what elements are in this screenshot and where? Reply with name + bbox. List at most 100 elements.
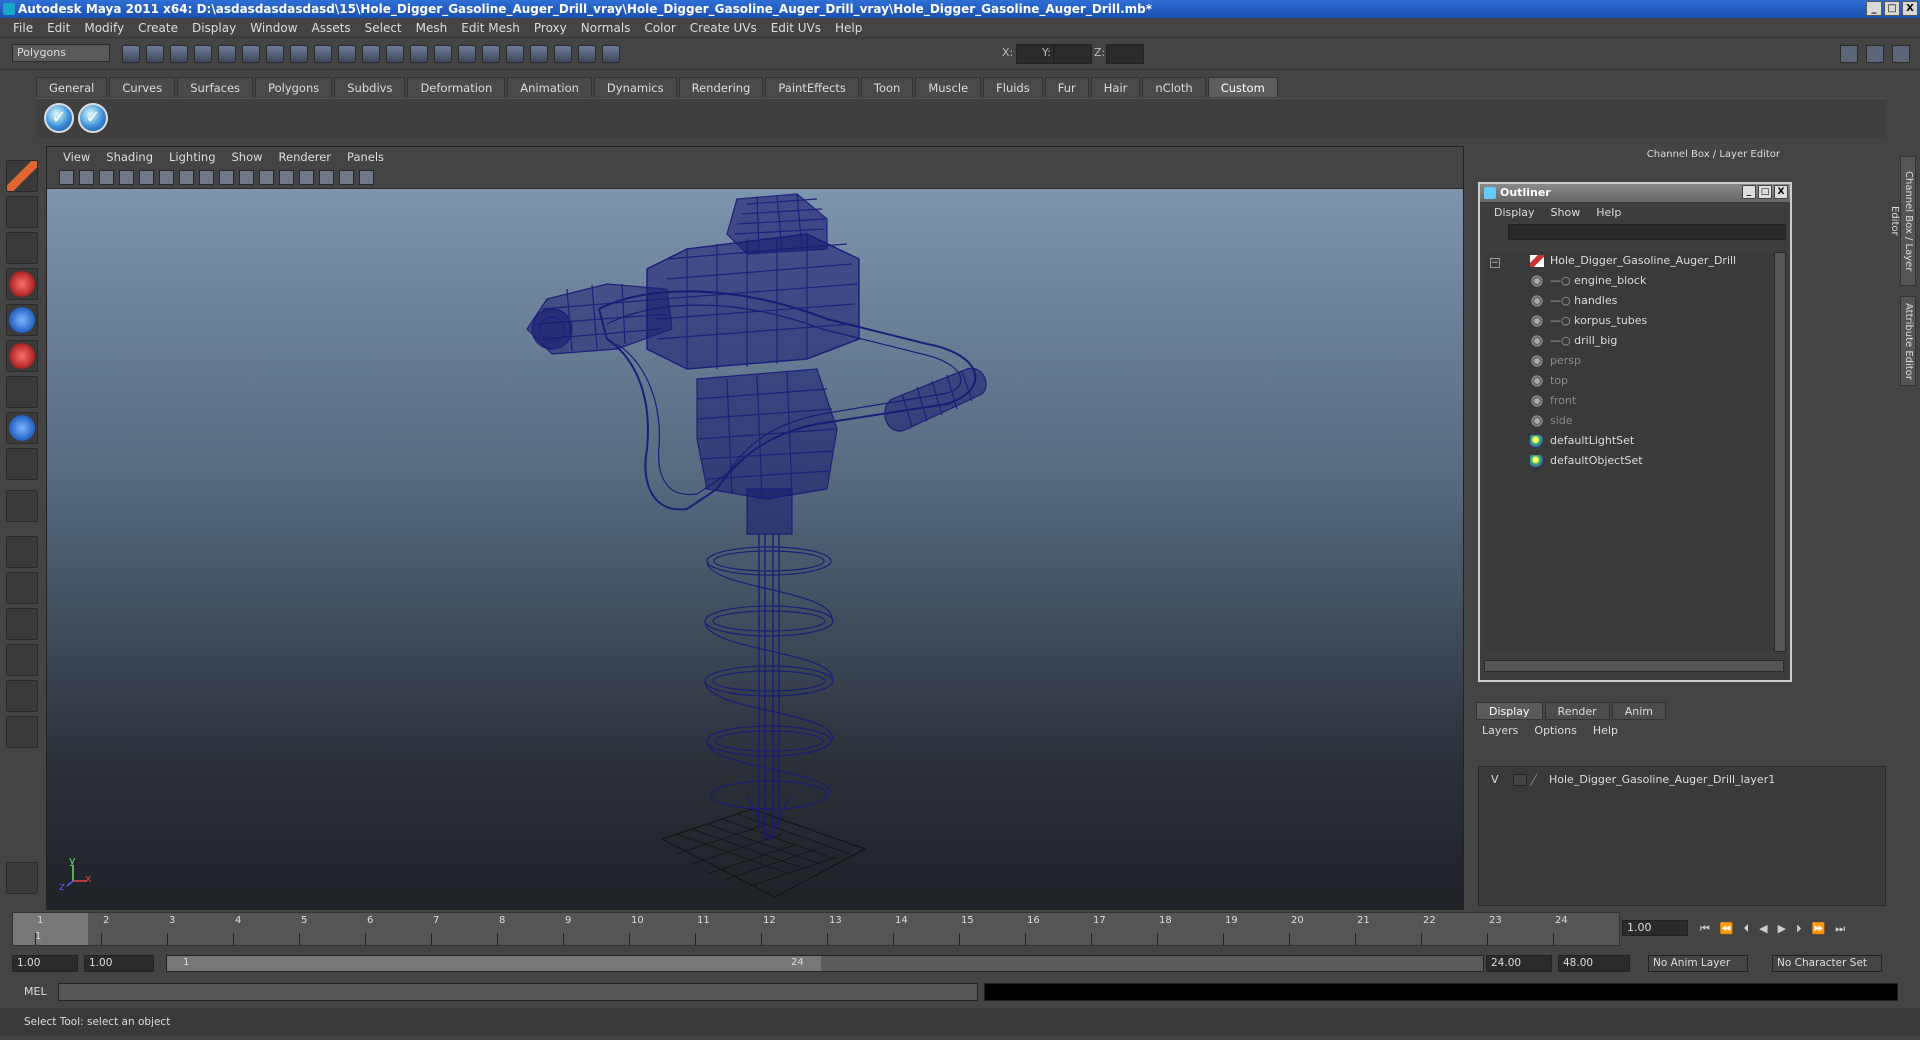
mel-label[interactable]: MEL (24, 985, 47, 998)
playback-start-field[interactable]: 1.00 (84, 955, 154, 972)
last-tool-icon[interactable] (6, 490, 38, 522)
viewport-menu-renderer[interactable]: Renderer (271, 150, 340, 164)
menu-set-dropdown[interactable]: Polygons (12, 44, 110, 62)
outliner-item-drill-big[interactable]: —○ drill_big (1530, 332, 1617, 350)
layer-menu-layers[interactable]: Layers (1482, 724, 1518, 737)
input-output-icon[interactable] (530, 45, 548, 63)
menu-color[interactable]: Color (637, 21, 682, 35)
menu-edit-uvs[interactable]: Edit UVs (764, 21, 828, 35)
menu-proxy[interactable]: Proxy (527, 21, 574, 35)
viewport-menu-show[interactable]: Show (224, 150, 271, 164)
outliner-item-korpus-tubes[interactable]: —○ korpus_tubes (1530, 312, 1647, 330)
layer-visibility-toggle[interactable]: V (1491, 771, 1499, 789)
textured-icon[interactable] (259, 170, 274, 185)
shelf-tab-general[interactable]: General (36, 77, 108, 97)
paint-select-tool-icon[interactable] (6, 232, 38, 264)
resolution-gate-icon[interactable] (179, 170, 194, 185)
single-perspective-layout-icon[interactable] (6, 536, 38, 568)
render-settings-icon[interactable] (458, 45, 476, 63)
rotate-tool-icon[interactable] (6, 304, 38, 336)
four-view-layout-icon[interactable] (6, 572, 38, 604)
shelf-tab-fur[interactable]: Fur (1044, 77, 1089, 97)
shelf-tab-rendering[interactable]: Rendering (678, 77, 764, 97)
outliner-title-bar[interactable]: Outliner _ □ X (1480, 184, 1790, 202)
layer-tab-display[interactable]: Display (1476, 702, 1543, 720)
layer-template-toggle[interactable] (1513, 774, 1527, 786)
viewport-menu-view[interactable]: View (55, 150, 98, 164)
camera-attributes-icon[interactable] (79, 170, 94, 185)
outliner-vertical-scrollbar[interactable] (1774, 252, 1786, 652)
menu-select[interactable]: Select (358, 21, 409, 35)
menu-help[interactable]: Help (828, 21, 869, 35)
graph-editor-layout-icon[interactable] (6, 644, 38, 676)
outliner-item-default-light-set[interactable]: defaultLightSet (1530, 432, 1634, 450)
layer-menu-options[interactable]: Options (1534, 724, 1576, 737)
show-manipulator-icon[interactable] (6, 448, 38, 480)
menu-edit-mesh[interactable]: Edit Mesh (454, 21, 527, 35)
shelf-tab-curves[interactable]: Curves (109, 77, 176, 97)
open-scene-icon[interactable] (146, 45, 164, 63)
outliner-item-handles[interactable]: —○ handles (1530, 292, 1617, 310)
menu-assets[interactable]: Assets (305, 21, 358, 35)
outliner-minimize-button[interactable]: _ (1742, 185, 1756, 199)
select-object-icon[interactable] (218, 45, 236, 63)
anim-layer-dropdown[interactable]: No Anim Layer (1648, 955, 1748, 972)
manipulator-tool-icon[interactable] (6, 376, 38, 408)
hypershade-icon[interactable] (482, 45, 500, 63)
select-component-icon[interactable] (242, 45, 260, 63)
mode-toggle-icon[interactable] (6, 862, 38, 894)
outliner-item-persp[interactable]: persp (1530, 352, 1581, 370)
attribute-editor-toggle-icon[interactable] (1840, 45, 1858, 63)
render-view-icon[interactable] (506, 45, 524, 63)
menu-create[interactable]: Create (131, 21, 185, 35)
history-icon[interactable] (386, 45, 404, 63)
wireframe-icon[interactable] (219, 170, 234, 185)
snap-point-icon[interactable] (314, 45, 332, 63)
layer-tab-anim[interactable]: Anim (1611, 702, 1666, 720)
lasso-tool-icon[interactable] (6, 196, 38, 228)
step-forward-frame-icon[interactable]: ⏵ (1796, 922, 1802, 936)
shelf-tab-fluids[interactable]: Fluids (983, 77, 1043, 97)
maximize-button[interactable]: □ (1884, 1, 1900, 16)
viewport-scene[interactable]: y x z (47, 189, 1463, 909)
outliner-item-group[interactable]: Hole_Digger_Gasoline_Auger_Drill (1530, 252, 1736, 270)
shelf-tab-ncloth[interactable]: nCloth (1142, 77, 1206, 97)
shelf-tab-painteffects[interactable]: PaintEffects (765, 77, 859, 97)
outliner-filter-field[interactable] (1508, 224, 1786, 240)
camera-select-icon[interactable] (59, 170, 74, 185)
hypershade-layout-icon[interactable] (6, 680, 38, 712)
shelf-tab-dynamics[interactable]: Dynamics (593, 77, 677, 97)
attribute-icon[interactable] (554, 45, 572, 63)
isolate-icon[interactable] (339, 170, 354, 185)
range-slider[interactable]: 1 24 (166, 955, 1484, 972)
step-back-key-icon[interactable]: ⏪ (1720, 922, 1734, 936)
step-back-frame-icon[interactable]: ⏴ (1744, 922, 1750, 936)
outliner-layout-icon[interactable] (6, 608, 38, 640)
viewport-menu-shading[interactable]: Shading (98, 150, 161, 164)
new-scene-icon[interactable] (122, 45, 140, 63)
safe-action-icon[interactable] (199, 170, 214, 185)
shelf-tab-deformation[interactable]: Deformation (407, 77, 506, 97)
side-tab-attribute-editor[interactable]: Attribute Editor (1900, 296, 1916, 386)
side-tab-channel-box[interactable]: Channel Box / Layer Editor (1889, 156, 1916, 286)
xray-icon[interactable] (319, 170, 334, 185)
layer-name[interactable]: Hole_Digger_Gasoline_Auger_Drill_layer1 (1549, 771, 1775, 789)
collapse-toggle-icon[interactable]: − (1490, 258, 1500, 268)
menu-modify[interactable]: Modify (77, 21, 131, 35)
scale-tool-icon[interactable] (6, 340, 38, 372)
transform-mode-icon[interactable] (602, 45, 620, 63)
check-shelf-icon-2[interactable]: ✓ (78, 103, 108, 133)
high-quality-icon[interactable] (359, 170, 374, 185)
menu-mesh[interactable]: Mesh (409, 21, 455, 35)
layer-menu-help[interactable]: Help (1593, 724, 1618, 737)
outliner-item-engine-block[interactable]: —○ engine_block (1530, 272, 1646, 290)
layer-row[interactable]: V Hole_Digger_Gasoline_Auger_Drill_layer… (1479, 771, 1885, 789)
outliner-menu-show[interactable]: Show (1543, 206, 1589, 219)
end-time-field[interactable]: 48.00 (1558, 955, 1630, 972)
viewport-menu-panels[interactable]: Panels (339, 150, 392, 164)
outliner-menu-help[interactable]: Help (1588, 206, 1629, 219)
bookmark-icon[interactable] (99, 170, 114, 185)
step-forward-key-icon[interactable]: ⏩ (1812, 922, 1826, 936)
soft-mod-tool-icon[interactable] (6, 412, 38, 444)
channel-box-toggle-icon[interactable] (1892, 45, 1910, 63)
